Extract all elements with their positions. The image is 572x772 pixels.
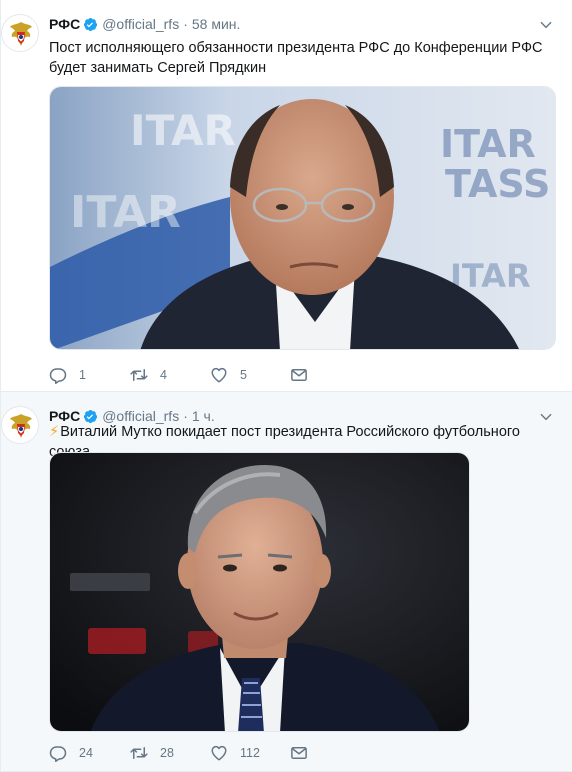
reply-icon [49,746,67,762]
tweet[interactable]: РФС @official_rfs · 58 мин. Пост исполня… [1,0,572,392]
tweet-header: РФС @official_rfs · 58 мин. [49,14,240,34]
heart-icon [211,745,227,761]
tweet-text: Пост исполняющего обязанности президента… [49,40,543,76]
verified-badge-icon [84,17,98,31]
reply-button[interactable]: 1 [49,366,130,384]
tweet-actions: 1 4 5 [49,364,308,386]
tweet-photo[interactable]: ITAR ITAR ITAR TASS ITAR [49,86,556,350]
svg-text:TASS: TASS [445,162,550,206]
retweet-button[interactable]: 4 [130,366,210,384]
avatar[interactable] [1,14,39,52]
like-count: 5 [240,368,247,382]
like-count: 112 [240,746,260,760]
reply-icon [49,368,67,384]
rfs-logo-icon [2,407,38,443]
tweet-actions: 24 28 112 [49,742,308,764]
retweet-count: 28 [160,746,174,760]
heart-icon [211,367,227,383]
author-name[interactable]: РФС [49,16,80,32]
reply-button[interactable]: 24 [49,744,130,762]
direct-message-button[interactable] [290,744,308,762]
author-handle[interactable]: @official_rfs [102,16,179,32]
photo-press-conference-icon: ITAR ITAR ITAR TASS ITAR [50,87,555,349]
envelope-icon [291,369,307,381]
avatar[interactable] [1,406,39,444]
lightning-emoji: ⚡ [49,424,60,440]
tweet[interactable]: РФС @official_rfs · 1 ч. ⚡Виталий Мутко … [1,392,572,772]
svg-text:ITAR: ITAR [130,106,236,155]
retweet-icon [130,369,148,381]
svg-text:ITAR: ITAR [70,187,181,238]
envelope-icon [291,747,307,759]
direct-message-button[interactable] [290,366,308,384]
retweet-icon [130,747,148,759]
rfs-logo-icon [2,15,38,51]
like-button[interactable]: 112 [210,744,290,762]
tweet-photo[interactable] [49,452,470,732]
retweet-count: 4 [160,368,167,382]
reply-count: 24 [79,746,93,760]
svg-text:ITAR: ITAR [440,122,536,166]
reply-count: 1 [79,368,86,382]
like-button[interactable]: 5 [210,366,290,384]
timestamp[interactable]: 58 мин. [192,16,241,32]
timeline: РФС @official_rfs · 58 мин. Пост исполня… [0,0,572,772]
retweet-button[interactable]: 28 [130,744,210,762]
chevron-down-icon[interactable] [539,18,553,32]
photo-portrait-icon [50,453,469,731]
separator-dot: · [183,16,188,32]
